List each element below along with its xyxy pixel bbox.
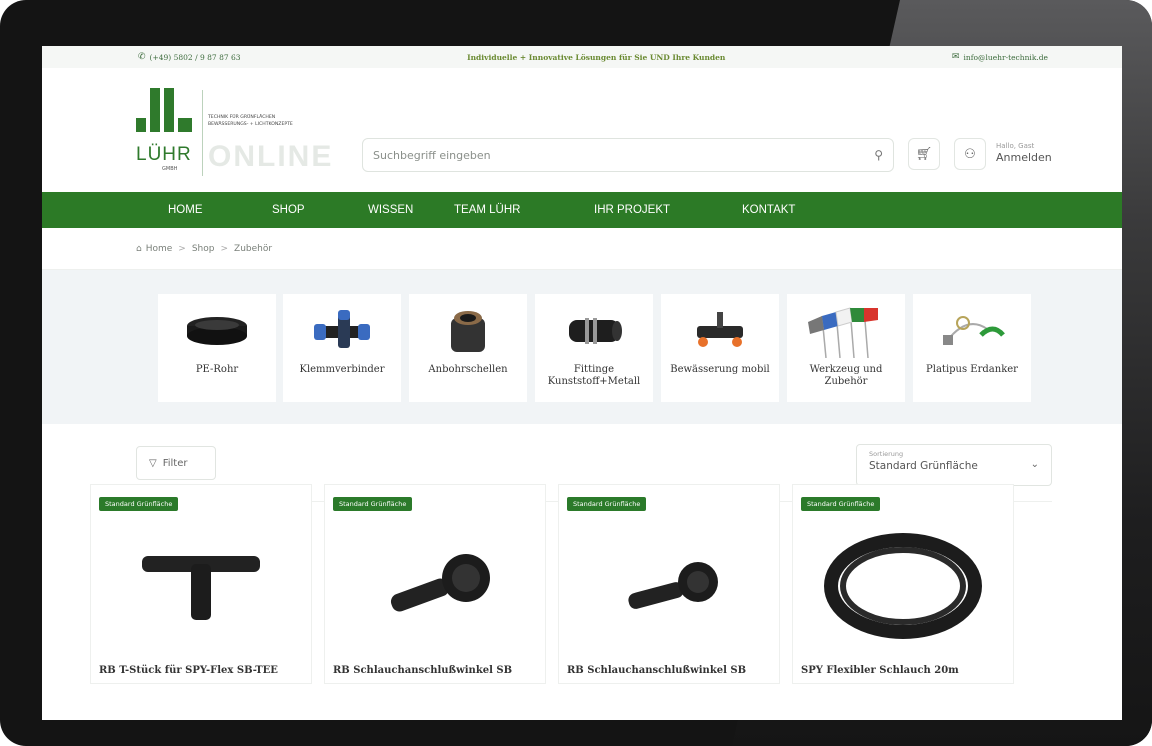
nav-kontakt[interactable]: KONTAKT: [742, 204, 822, 216]
category-tile[interactable]: Klemmverbinder: [283, 294, 401, 402]
filter-icon: ▽: [149, 457, 157, 469]
category-tile[interactable]: Fittinge Kunststoff+Metall: [535, 294, 653, 402]
cart-button[interactable]: 🛒︎: [908, 138, 940, 170]
breadcrumb: ⌂ Home > Shop > Zubehör: [42, 228, 1122, 270]
topbar-tagline: Individuelle + Innovative Lösungen für S…: [467, 52, 726, 62]
product-image-coil-hose: [813, 521, 993, 651]
logo-mark: [136, 88, 200, 140]
category-tile[interactable]: Bewässerung mobil: [661, 294, 779, 402]
nav-team[interactable]: TEAM LÜHR: [454, 204, 594, 216]
nav-home[interactable]: HOME: [168, 204, 272, 216]
breadcrumb-current: Zubehör: [234, 243, 273, 254]
account-text[interactable]: Hallo, Gast Anmelden: [996, 140, 1052, 164]
phone-contact[interactable]: ✆ (+49) 5802 / 9 87 87 63: [138, 52, 241, 62]
product-badge: Standard Grünfläche: [567, 497, 647, 511]
product-badge: Standard Grünfläche: [99, 497, 179, 511]
category-strip: PE-Rohr Klemmverbinder Anbohrschellen Fi…: [42, 270, 1122, 424]
phone-number: (+49) 5802 / 9 87 87 63: [149, 52, 241, 62]
user-icon: ⚇: [964, 146, 976, 162]
email-contact[interactable]: ✉ info@luehr-technik.de: [952, 52, 1048, 62]
device-frame: ✆ (+49) 5802 / 9 87 87 63 Individuelle +…: [0, 0, 1152, 746]
sort-label: Sortierung: [869, 450, 904, 458]
category-image-fittinge: [554, 302, 634, 358]
phone-icon: ✆: [138, 52, 146, 62]
product-card[interactable]: Standard Grünfläche RB T-Stück für SPY-F…: [90, 484, 312, 684]
breadcrumb-separator: >: [178, 243, 186, 254]
filter-label: Filter: [162, 457, 188, 469]
logo-wordmark: LÜHR: [136, 144, 192, 165]
nav-wissen[interactable]: WISSEN: [368, 204, 454, 216]
product-grid: Standard Grünfläche RB T-Stück für SPY-F…: [90, 484, 1020, 684]
product-badge: Standard Grünfläche: [333, 497, 413, 511]
account-button[interactable]: ⚇: [954, 138, 986, 170]
chevron-down-icon: ⌄: [1030, 459, 1039, 470]
site-header: LÜHR GMBH TECHNIK FÜR GRÜNFLÄCHEN BEWÄSSE…: [42, 68, 1122, 192]
home-icon[interactable]: ⌂: [136, 244, 142, 254]
nav-projekt[interactable]: IHR PROJEKT: [594, 204, 742, 216]
breadcrumb-separator: >: [220, 243, 229, 254]
product-image-elbow: [345, 521, 525, 651]
product-card[interactable]: Standard Grünfläche SPY Flexibler Schlau…: [792, 484, 1014, 684]
mail-icon: ✉: [951, 52, 960, 62]
search-input[interactable]: Suchbegriff eingeben ⚲: [362, 138, 894, 172]
category-tile[interactable]: Anbohrschellen: [409, 294, 527, 402]
category-label: Bewässerung mobil: [670, 364, 770, 375]
product-image-t-piece: [111, 521, 291, 651]
category-image-bewaesserung: [680, 302, 760, 358]
category-image-anbohrschellen: [428, 302, 508, 358]
category-label: Platipus Erdanker: [926, 364, 1018, 375]
filter-button[interactable]: ▽ Filter: [136, 446, 216, 480]
category-tile[interactable]: Werkzeug und Zubehör: [787, 294, 905, 402]
product-title[interactable]: RB Schlauchanschlußwinkel SB: [567, 665, 746, 676]
category-tile[interactable]: PE-Rohr: [158, 294, 276, 402]
product-title[interactable]: RB T-Stück für SPY-Flex SB-TEE: [99, 665, 278, 676]
product-title[interactable]: SPY Flexibler Schlauch 20m: [801, 665, 959, 676]
product-card[interactable]: Standard Grünfläche RB Schlauchanschlußw…: [324, 484, 546, 684]
category-image-klemmverbinder: [302, 302, 382, 358]
logo-divider: [202, 90, 203, 176]
category-image-werkzeug: [806, 302, 886, 358]
login-link[interactable]: Anmelden: [996, 152, 1052, 164]
product-badge: Standard Grünfläche: [801, 497, 881, 511]
sort-value: Standard Grünfläche: [869, 460, 978, 472]
category-image-pe-rohr: [177, 302, 257, 358]
logo-gmbh: GMBH: [162, 166, 178, 172]
product-image-elbow: [579, 521, 759, 651]
search-placeholder: Suchbegriff eingeben: [373, 148, 491, 162]
category-image-platipus: [932, 302, 1012, 358]
top-info-bar: ✆ (+49) 5802 / 9 87 87 63 Individuelle +…: [42, 46, 1122, 68]
breadcrumb-shop[interactable]: Shop: [192, 244, 215, 254]
nav-shop[interactable]: SHOP: [272, 204, 368, 216]
category-tile[interactable]: Platipus Erdanker: [913, 294, 1031, 402]
logo[interactable]: LÜHR GMBH TECHNIK FÜR GRÜNFLÄCHEN BEWÄSSE…: [136, 88, 356, 178]
main-navigation: HOME SHOP WISSEN TEAM LÜHR IHR PROJEKT K…: [42, 192, 1122, 228]
category-label: Klemmverbinder: [299, 364, 385, 375]
product-title[interactable]: RB Schlauchanschlußwinkel SB: [333, 665, 512, 676]
category-label: Anbohrschellen: [428, 364, 508, 375]
logo-online: ONLINE: [208, 140, 334, 173]
email-address: info@luehr-technik.de: [963, 52, 1048, 62]
search-icon[interactable]: ⚲: [874, 148, 883, 162]
category-label: Werkzeug und Zubehör: [809, 364, 883, 387]
sort-select[interactable]: Sortierung Standard Grünfläche ⌄: [856, 444, 1052, 486]
cart-icon: 🛒︎: [915, 146, 933, 162]
category-label: PE-Rohr: [195, 364, 239, 375]
logo-tagline: TECHNIK FÜR GRÜNFLÄCHEN BEWÄSSERUNGS- + L…: [208, 115, 293, 127]
product-card[interactable]: Standard Grünfläche RB Schlauchanschlußw…: [558, 484, 780, 684]
breadcrumb-home[interactable]: Home: [146, 244, 173, 254]
category-label: Fittinge Kunststoff+Metall: [547, 364, 641, 387]
